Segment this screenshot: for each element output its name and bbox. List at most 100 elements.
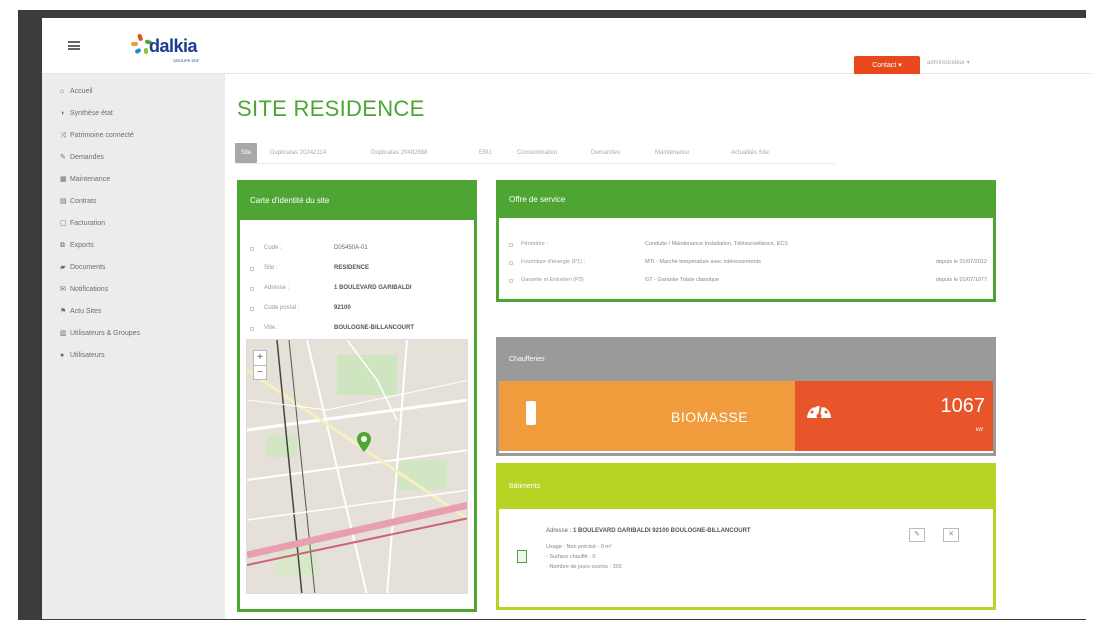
field-value: 1 BOULEVARD GARIBALDI [334, 285, 412, 291]
close-icon: ✕ [948, 531, 954, 538]
bullet-icon [250, 307, 254, 311]
tab-duplicatas-1[interactable]: Duplicatas 2024211A [270, 143, 327, 163]
offer-date: depuis le 01/07/1977 [935, 277, 987, 283]
power-value: 1067 [940, 395, 986, 417]
pencil-icon: ✎ [914, 531, 920, 538]
delete-button[interactable]: ✕ [943, 528, 959, 542]
tab-consommation[interactable]: Consommation [517, 143, 557, 163]
brand-subtitle: GROUPE EDF [173, 58, 200, 63]
sidebar-item-label: Patrimoine connecté [70, 132, 134, 139]
tab-actualites-site[interactable]: Actualités Site [731, 143, 769, 163]
mail-icon: ✉ [60, 286, 66, 293]
sidebar-item-label: Contrats [70, 198, 97, 205]
invoice-icon: ▢ [60, 220, 67, 227]
card-title: Offre de service [499, 182, 993, 218]
main-content: SITE RESIDENCE Site Duplicatas 2024211A … [225, 74, 1092, 619]
sidebar-item-label: Documents [70, 264, 106, 271]
site-map[interactable]: + − [246, 339, 468, 594]
screenshot-frame: dalkia GROUPE EDF Contact ▾ administrate… [18, 10, 1092, 620]
sidebar-item-exports[interactable]: ⧉ Exports [60, 239, 94, 253]
tab-demandes[interactable]: Demandes [591, 143, 620, 163]
caret-down-icon: ▾ [898, 62, 902, 69]
bullet-icon [250, 327, 254, 331]
offer-row-fourniture: Fourniture d'énergie (P1) : MTI - Marché… [507, 257, 991, 271]
fuel-tank-icon [526, 401, 536, 425]
request-icon: ✎ [60, 154, 66, 161]
sidebar-item-label: Maintenance [70, 176, 111, 183]
caret-down-icon: ▾ [966, 60, 970, 66]
bullet-icon [509, 243, 513, 247]
zoom-in-button[interactable]: + [254, 351, 266, 365]
calendar-icon: ▦ [60, 176, 67, 183]
pie-icon: ◑ [60, 110, 65, 117]
contact-button[interactable]: Contact ▾ [854, 56, 920, 75]
energy-type-panel[interactable]: BIOMASSE [499, 381, 795, 451]
sidebar-item-utilisateurs-groupes[interactable]: ▥ Utilisateurs & Groupes [60, 327, 140, 341]
brand-name: dalkia [149, 36, 198, 56]
sidebar-item-actu-sites[interactable]: ⚑ Actu Sites [60, 305, 102, 319]
zoom-out-button[interactable]: − [254, 365, 266, 379]
power-panel[interactable]: 1067 kW [795, 381, 993, 451]
sidebar-item-contrats[interactable]: ▤ Contrats [60, 195, 96, 209]
building-image-icon [517, 550, 527, 563]
building-usage: Usage : Non précisé - 0 m² [546, 544, 612, 550]
sidebar-item-label: Actu Sites [70, 308, 102, 315]
sidebar-item-accueil[interactable]: ⌂ Accueil [60, 85, 93, 99]
field-value: 92100 [334, 305, 351, 311]
field-value: BOULOGNE-BILLANCOURT [334, 325, 414, 331]
sidebar-item-label: Utilisateurs & Groupes [70, 330, 141, 337]
sidebar-item-demandes[interactable]: ✎ Demandes [60, 151, 104, 165]
sidebar-item-notifications[interactable]: ✉ Notifications [60, 283, 108, 297]
map-zoom-control: + − [253, 350, 267, 380]
field-label: Code : [264, 245, 282, 251]
bullet-icon [509, 279, 513, 283]
sidebar-item-label: Notifications [70, 286, 109, 293]
edit-button[interactable]: ✎ [909, 528, 925, 542]
user-name: administrateur [927, 60, 966, 66]
map-marker-icon[interactable] [357, 432, 371, 452]
field-label: Code postal : [264, 305, 300, 311]
users-icon: ▥ [60, 330, 67, 337]
service-offer-card: Offre de service Périmètre : Conduite / … [496, 180, 996, 302]
offer-label: Périmètre : [521, 241, 548, 247]
tab-maintenance[interactable]: Maintenance [655, 143, 689, 163]
offer-value: MTI - Marché température avec intéressem… [645, 259, 761, 265]
page-title: SITE RESIDENCE [237, 96, 425, 121]
sidebar-item-documents[interactable]: ▰ Documents [60, 261, 105, 275]
offer-date: depuis le 01/07/2012 [935, 259, 987, 265]
top-bar: dalkia GROUPE EDF Contact ▾ administrate… [42, 18, 1092, 75]
sidebar-item-maintenance[interactable]: ▦ Maintenance [60, 173, 110, 187]
card-title: Bâtiments [499, 465, 993, 509]
sidebar-item-facturation[interactable]: ▢ Facturation [60, 217, 105, 231]
contact-button-label: Contact [872, 62, 897, 69]
sidebar-item-synthese[interactable]: ◑ Synthèse état [60, 107, 113, 121]
offer-label: Fourniture d'énergie (P1) : [521, 259, 586, 265]
address-value: 1 BOULEVARD GARIBALDI 92100 BOULOGNE-BIL… [573, 528, 751, 534]
field-value: D05450A-01 [334, 245, 368, 251]
sidebar-item-label: Facturation [70, 220, 106, 227]
sidebar-item-utilisateurs[interactable]: ● Utilisateurs [60, 349, 105, 363]
address-label: Adresse : [546, 528, 572, 534]
user-menu[interactable]: administrateur ▾ [927, 59, 970, 66]
offer-value: Conduite / Maintenance Installation, Tél… [645, 241, 788, 247]
home-icon: ⌂ [60, 88, 65, 95]
bullet-icon [509, 261, 513, 265]
offer-row-perimetre: Périmètre : Conduite / Maintenance Insta… [507, 239, 991, 253]
card-title: Chaufferies [499, 339, 993, 381]
menu-icon[interactable] [68, 41, 80, 50]
tab-divider [235, 163, 835, 164]
map-tiles [247, 340, 467, 593]
tab-ebu[interactable]: EBU [479, 143, 491, 163]
building-address: Adresse : 1 BOULEVARD GARIBALDI 92100 BO… [546, 528, 751, 534]
field-label: Site : [264, 265, 278, 271]
site-identity-card: Carte d'identité du site Code : D05450A-… [237, 180, 477, 612]
field-label: Ville : [264, 325, 279, 331]
sidebar-item-label: Demandes [70, 154, 104, 161]
energy-type: BIOMASSE [671, 409, 749, 425]
tab-site[interactable]: Site [235, 143, 257, 163]
tab-duplicatas-2[interactable]: Duplicatas 20482888 [371, 143, 427, 163]
building-heated-surface: - Surface chauffé : 0 [546, 554, 596, 560]
sidebar-item-label: Accueil [70, 88, 93, 95]
power-unit: kW [975, 427, 983, 433]
sidebar-item-patrimoine[interactable]: ⤨ Patrimoine connecté [60, 129, 134, 143]
